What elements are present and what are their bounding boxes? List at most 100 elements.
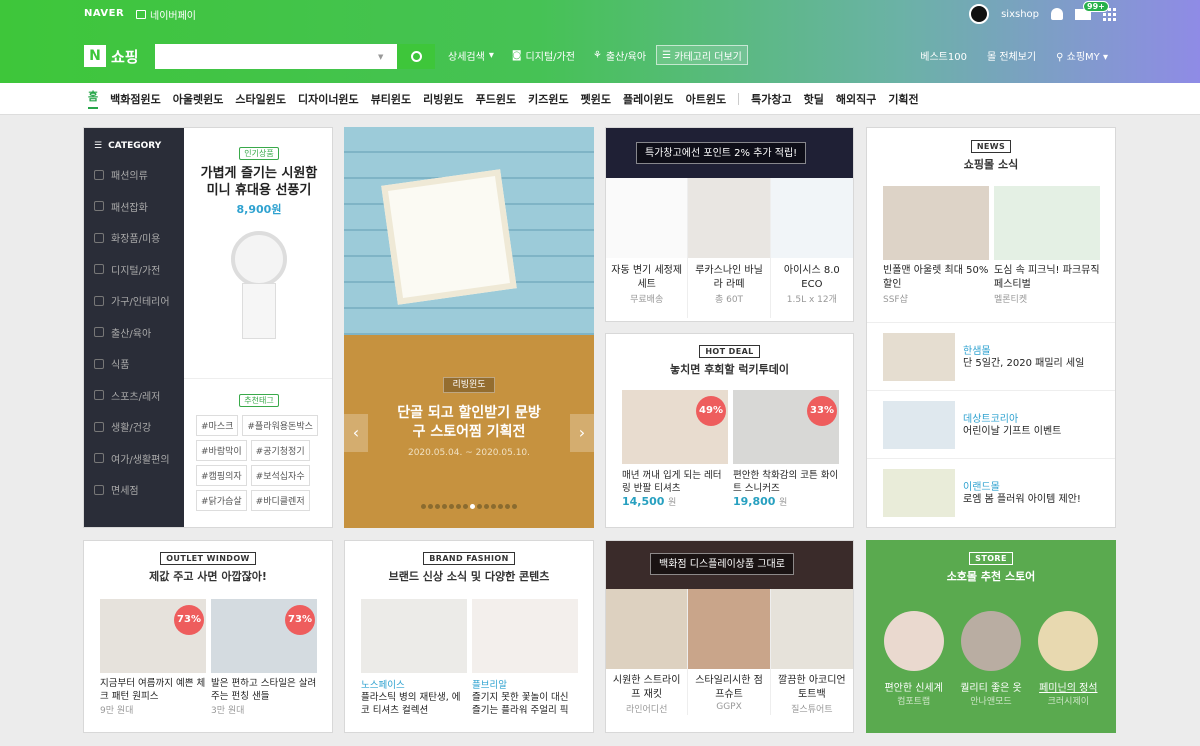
camera-icon	[94, 264, 104, 275]
hashtag[interactable]: #닭가슴살	[196, 490, 247, 511]
category-header: ☰ CATEGORY	[94, 141, 162, 151]
hotdeal-title: 놓치면 후회할 럭키투데이	[670, 363, 789, 376]
ticket-icon	[94, 453, 104, 464]
nav-item[interactable]: 백화점윈도	[110, 91, 161, 107]
nav-item[interactable]: 특가창고	[751, 91, 791, 107]
nav-item[interactable]: 푸드윈도	[476, 91, 516, 107]
category-item[interactable]: 출산/육아	[84, 317, 184, 349]
hashtag[interactable]: #플라워용돈박스	[242, 415, 318, 436]
mountain-icon	[94, 390, 104, 401]
user-menu[interactable]: sixshop	[1001, 9, 1039, 20]
outlet-title: 제값 주고 사면 아깝잖아!	[149, 570, 267, 583]
news-list-item[interactable]: 한샘몰 단 5일간, 2020 패밀리 세일	[867, 322, 1115, 390]
dept-card: 백화점 디스플레이상품 그대로 시원한 스트라이프 재킷 라인어디선 스타일리시한…	[605, 540, 854, 733]
chevron-down-icon[interactable]: ▼	[378, 53, 383, 61]
brand-card: BRAND FASHION 브랜드 신상 소식 및 다양한 콘텐츠 노스페이스 플…	[344, 540, 594, 733]
store-item[interactable]: 퀄리티 좋은 옷 안나앤모드	[956, 611, 1026, 707]
dept-item[interactable]: 깔끔한 아코디언 토트백 질스튜어트	[770, 589, 853, 715]
my-shopping-link[interactable]: ⚲ 쇼핑MY ▾	[1056, 48, 1108, 63]
hashtag[interactable]: #바람막이	[196, 440, 247, 461]
special-items: 자동 변기 세정제 세트 무료배송 루카스나인 바닐라 라떼 총 60T 아이시스 …	[606, 178, 853, 318]
stroller-icon: ⚘	[592, 50, 602, 61]
bag-icon	[94, 201, 104, 212]
chair-icon	[94, 295, 104, 306]
news-item[interactable]: 도심 속 피크닉! 파크뮤직 페스티벌 멜론티켓	[994, 186, 1100, 305]
prev-arrow-icon[interactable]: ‹	[344, 414, 368, 452]
special-item[interactable]: 아이시스 8.0 ECO 1.5L x 12개	[770, 178, 853, 318]
banner-date: 2020.05.04. ~ 2020.05.10.	[407, 448, 531, 458]
naver-logo[interactable]: NAVER	[84, 8, 124, 19]
news-list-item[interactable]: 데상트코리아 어린이날 기프트 이벤트	[867, 390, 1115, 458]
shopping-logo[interactable]: N 쇼핑	[84, 45, 139, 67]
brand-item[interactable]: 플브리알 즐기지 못한 꽃놀이 대신 즐기는 플라워 주얼리 픽	[472, 599, 578, 717]
category-item[interactable]: 여가/생활편의	[84, 443, 184, 475]
nav-item[interactable]: 아울렛윈도	[173, 91, 224, 107]
nav-item[interactable]: 기획전	[888, 91, 918, 107]
category-item[interactable]: 패션잡화	[84, 191, 184, 223]
category-item[interactable]: 생활/건강	[84, 411, 184, 443]
outlet-item[interactable]: 73% 발은 편하고 스타일은 살려주는 펀칭 샌들 3만 원대	[211, 599, 317, 716]
carousel-dots[interactable]	[344, 499, 594, 512]
dept-item[interactable]: 시원한 스트라이프 재킷 라인어디선	[606, 589, 689, 715]
nav-item[interactable]: 스타일윈도	[235, 91, 286, 107]
nav-home[interactable]: 홈	[88, 88, 99, 109]
dept-item[interactable]: 스타일리시한 점프슈트 GGPX	[688, 589, 771, 715]
hotdeal-tag: HOT DEAL	[699, 345, 760, 358]
best100-link[interactable]: 베스트100	[920, 48, 967, 63]
hashtag[interactable]: #캠핑의자	[196, 465, 247, 486]
brand-tag: BRAND FASHION	[423, 552, 515, 565]
mall-link[interactable]: 몰 전체보기	[987, 48, 1036, 63]
hashtag[interactable]: #바디클렌저	[250, 490, 310, 511]
category-item[interactable]: 식품	[84, 348, 184, 380]
avatar[interactable]	[969, 4, 990, 24]
popular-product[interactable]: 인기상품 가볍게 즐기는 시원함 미니 휴대용 선풍기 8,900원	[184, 128, 332, 341]
nav-item[interactable]: 뷰티윈도	[371, 91, 411, 107]
nav-item[interactable]: 핫딜	[804, 91, 824, 107]
bell-icon[interactable]	[1051, 8, 1063, 20]
search-icon	[410, 51, 422, 62]
camera-icon: ◙	[511, 50, 522, 61]
dept-items: 시원한 스트라이프 재킷 라인어디선 스타일리시한 점프슈트 GGPX 깔끔한 아코…	[606, 589, 853, 715]
hashtag[interactable]: #마스크	[196, 415, 239, 436]
news-item[interactable]: 빈폴맨 아울렛 최대 50% 할인 SSF샵	[883, 186, 989, 305]
hotdeal-item[interactable]: 49% 매년 꺼내 입게 되는 레터링 반팔 티셔츠 14,500 원	[622, 390, 728, 508]
nav-item[interactable]: 해외직구	[836, 91, 876, 107]
digital-link[interactable]: ◙ 디지털/가전	[512, 48, 575, 63]
news-list-item[interactable]: 이랜드몰 로엠 봄 플러워 아이템 제안!	[867, 458, 1115, 526]
next-arrow-icon[interactable]: ›	[570, 414, 594, 452]
category-item[interactable]: 패션의류	[84, 159, 184, 191]
category-item[interactable]: 디지털/가전	[84, 254, 184, 286]
special-item[interactable]: 루카스나인 바닐라 라떼 총 60T	[688, 178, 771, 318]
search-input[interactable]	[157, 46, 382, 67]
outlet-item[interactable]: 73% 지금부터 여름까지 예쁜 체크 패턴 원피스 9만 원대	[100, 599, 206, 716]
detail-search-link[interactable]: 상세검색 ▾	[448, 48, 494, 63]
category-more-button[interactable]: ☰ 카테고리 더보기	[656, 45, 748, 65]
baby-link[interactable]: ⚘ 출산/육아	[593, 48, 646, 63]
nav-item[interactable]: 펫윈도	[581, 91, 611, 107]
category-item[interactable]: 가구/인테리어	[84, 285, 184, 317]
list-icon: ☰	[662, 49, 675, 61]
category-item[interactable]: 스포츠/레저	[84, 380, 184, 412]
search-box: ▼	[155, 44, 435, 69]
mail-icon[interactable]: 99+	[1075, 0, 1109, 20]
nav-item[interactable]: 플레이윈도	[623, 91, 674, 107]
brand-item[interactable]: 노스페이스 플라스틱 병의 재탄생, 에코 티셔츠 컬렉션	[361, 599, 467, 717]
naver-pay-link[interactable]: 네이버페이	[136, 7, 196, 22]
person-icon: ⚲	[1056, 52, 1067, 63]
store-item[interactable]: 편안한 신세계 컴포트랩	[879, 611, 949, 707]
nav-item[interactable]: 리빙윈도	[423, 91, 463, 107]
store-item[interactable]: 페미닌의 정석 크러시제이	[1033, 611, 1103, 707]
nav-item[interactable]: 디자이너윈도	[298, 91, 359, 107]
hotdeal-item[interactable]: 33% 편안한 착화감의 코튼 화이트 스니커즈 19,800 원	[733, 390, 839, 508]
nav-item[interactable]: 아트윈도	[686, 91, 726, 107]
special-item[interactable]: 자동 변기 세정제 세트 무료배송	[606, 178, 689, 318]
nav-item[interactable]: 키즈윈도	[528, 91, 568, 107]
search-button[interactable]	[397, 44, 435, 69]
category-item[interactable]: 화장품/미용	[84, 222, 184, 254]
window-nav: 홈 백화점윈도 아울렛윈도 스타일윈도 디자이너윈도 뷰티윈도 리빙윈도 푸드윈…	[0, 83, 1200, 115]
news-card: NEWS 쇼핑몰 소식 빈폴맨 아울렛 최대 50% 할인 SSF샵 도심 속 피…	[866, 127, 1116, 528]
living-banner[interactable]: 리빙윈도 단골 되고 할인받기 문방구 스토어찜 기획전 2020.05.04.…	[344, 127, 594, 528]
hashtag[interactable]: #공기청정기	[250, 440, 310, 461]
category-item[interactable]: 면세점	[84, 474, 184, 506]
hashtag[interactable]: #보석십자수	[250, 465, 310, 486]
